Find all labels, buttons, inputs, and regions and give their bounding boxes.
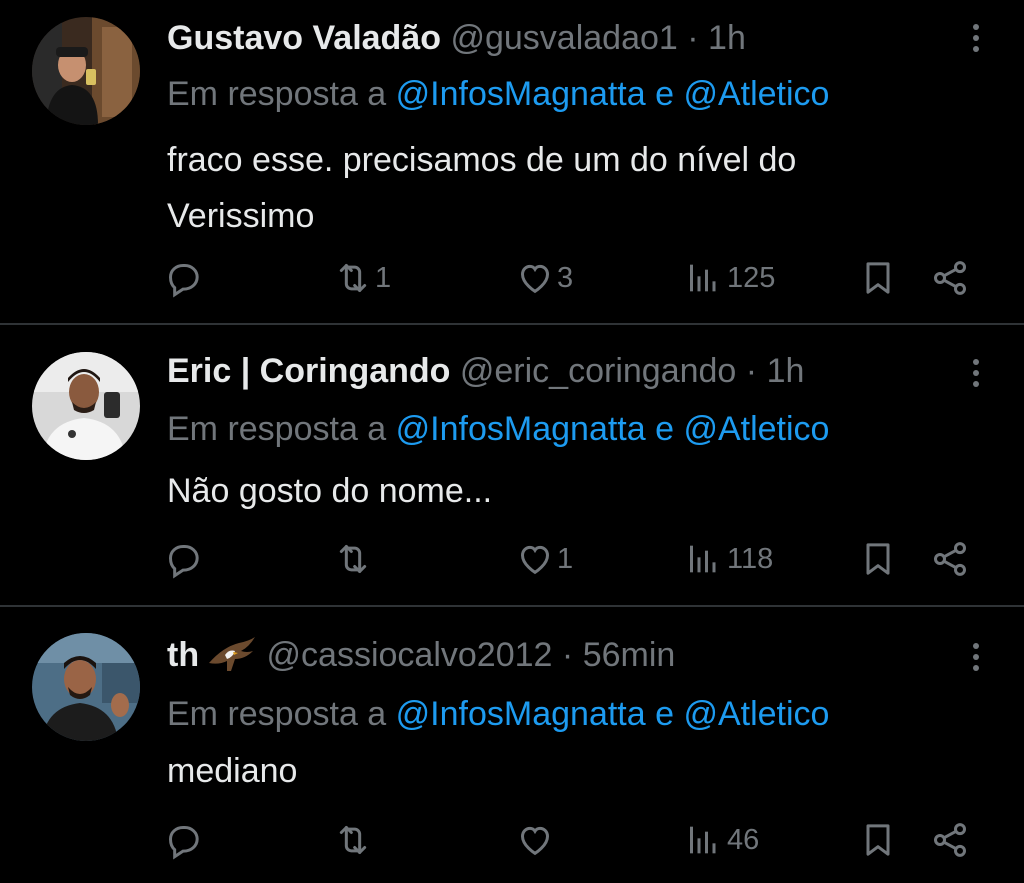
- tweet-text: fraco esse. precisamos de um do nível do…: [167, 132, 967, 244]
- like-icon: [520, 545, 550, 575]
- display-name[interactable]: th: [167, 636, 199, 674]
- timestamp[interactable]: 1h: [767, 352, 805, 390]
- reply-label: Em resposta a: [167, 410, 387, 448]
- tweet-text-line: mediano: [167, 752, 298, 790]
- tweet-header: Gustavo Valadão @gusvaladao1 · 1h: [167, 16, 746, 60]
- like-button[interactable]: [515, 815, 555, 865]
- bookmark-button[interactable]: [858, 815, 898, 865]
- bookmark-button[interactable]: [858, 253, 898, 303]
- reply-icon: [168, 826, 199, 860]
- reply-context: Em resposta a @InfosMagnatta e @Atletico: [167, 692, 829, 736]
- reply-button[interactable]: [163, 253, 203, 303]
- user-handle[interactable]: @cassiocalvo2012: [267, 636, 553, 674]
- retweet-count: 1: [375, 261, 392, 294]
- eagle-icon: [205, 633, 257, 677]
- reply-button[interactable]: [163, 534, 203, 584]
- retweet-icon: [339, 264, 367, 292]
- views-icon: [690, 826, 716, 854]
- action-bar: 1 3 125: [0, 253, 1024, 303]
- avatar[interactable]: [32, 633, 140, 741]
- avatar[interactable]: [32, 17, 140, 125]
- reply-label: Em resposta a: [167, 695, 387, 733]
- reply-context: Em resposta a @InfosMagnatta e @Atletico: [167, 72, 829, 116]
- reply-mentions[interactable]: @InfosMagnatta e @Atletico: [396, 410, 830, 448]
- views-button[interactable]: 118: [685, 534, 773, 584]
- tweet-header: th @cassiocalvo2012 · 56min: [167, 633, 675, 677]
- retweet-button[interactable]: 1: [333, 253, 391, 303]
- display-name[interactable]: Gustavo Valadão: [167, 19, 441, 57]
- like-button[interactable]: 1: [515, 534, 573, 584]
- reply-icon: [168, 264, 199, 298]
- reply-context: Em resposta a @InfosMagnatta e @Atletico: [167, 407, 829, 451]
- retweet-button[interactable]: [333, 534, 373, 584]
- reply-label: Em resposta a: [167, 75, 387, 113]
- views-button[interactable]: 46: [685, 815, 759, 865]
- user-handle[interactable]: @eric_coringando: [460, 352, 736, 390]
- retweet-icon: [339, 545, 367, 573]
- separator: ·: [687, 19, 699, 57]
- share-button[interactable]: [930, 253, 970, 303]
- tweet-header: Eric | Coringando @eric_coringando · 1h: [167, 349, 804, 393]
- separator: ·: [561, 636, 574, 674]
- views-count: 46: [727, 823, 760, 856]
- reply-mentions[interactable]: @InfosMagnatta e @Atletico: [396, 75, 830, 113]
- views-button[interactable]: 125: [685, 253, 775, 303]
- like-count: 3: [557, 261, 574, 294]
- reply-button[interactable]: [163, 815, 203, 865]
- share-icon: [933, 542, 967, 576]
- reply-feed: Gustavo Valadão @gusvaladao1 · 1h Em res…: [0, 0, 1024, 883]
- timestamp[interactable]: 56min: [583, 636, 676, 674]
- action-bar: 1 118: [0, 534, 1024, 584]
- action-bar: 46: [0, 815, 1024, 865]
- like-button[interactable]: 3: [515, 253, 573, 303]
- bookmark-icon: [866, 262, 890, 294]
- tweet-text: Não gosto do nome...: [167, 463, 967, 519]
- more-icon[interactable]: [966, 639, 986, 679]
- share-icon: [933, 823, 967, 857]
- bookmark-button[interactable]: [858, 534, 898, 584]
- views-icon: [690, 545, 716, 573]
- tweet[interactable]: Eric | Coringando @eric_coringando · 1h …: [0, 325, 1024, 606]
- views-count: 118: [727, 542, 774, 575]
- like-icon: [520, 826, 550, 856]
- display-name[interactable]: Eric | Coringando: [167, 352, 450, 390]
- views-count: 125: [727, 261, 776, 294]
- more-icon[interactable]: [966, 355, 986, 395]
- avatar[interactable]: [32, 352, 140, 460]
- reply-icon: [168, 545, 199, 579]
- tweet-text: mediano: [167, 743, 967, 799]
- retweet-icon: [339, 826, 367, 854]
- more-icon[interactable]: [966, 20, 986, 60]
- user-handle[interactable]: @gusvaladao1: [450, 19, 677, 57]
- reply-mentions[interactable]: @InfosMagnatta e @Atletico: [396, 695, 830, 733]
- separator: ·: [745, 352, 758, 390]
- bookmark-icon: [866, 543, 890, 575]
- share-button[interactable]: [930, 815, 970, 865]
- tweet-text-line: Não gosto do nome...: [167, 472, 493, 510]
- like-count: 1: [557, 542, 574, 575]
- tweet-text-line: fraco esse. precisamos de um do nível do: [167, 141, 797, 179]
- retweet-button[interactable]: [333, 815, 373, 865]
- tweet-text-line: Verissimo: [167, 197, 315, 235]
- timestamp[interactable]: 1h: [708, 19, 746, 57]
- tweet[interactable]: th @cassiocalvo2012 · 56min Em resposta …: [0, 607, 1024, 883]
- tweet[interactable]: Gustavo Valadão @gusvaladao1 · 1h Em res…: [0, 0, 1024, 323]
- like-icon: [520, 264, 550, 294]
- share-icon: [933, 261, 967, 295]
- share-button[interactable]: [930, 534, 970, 584]
- bookmark-icon: [866, 824, 890, 856]
- views-icon: [690, 264, 716, 292]
